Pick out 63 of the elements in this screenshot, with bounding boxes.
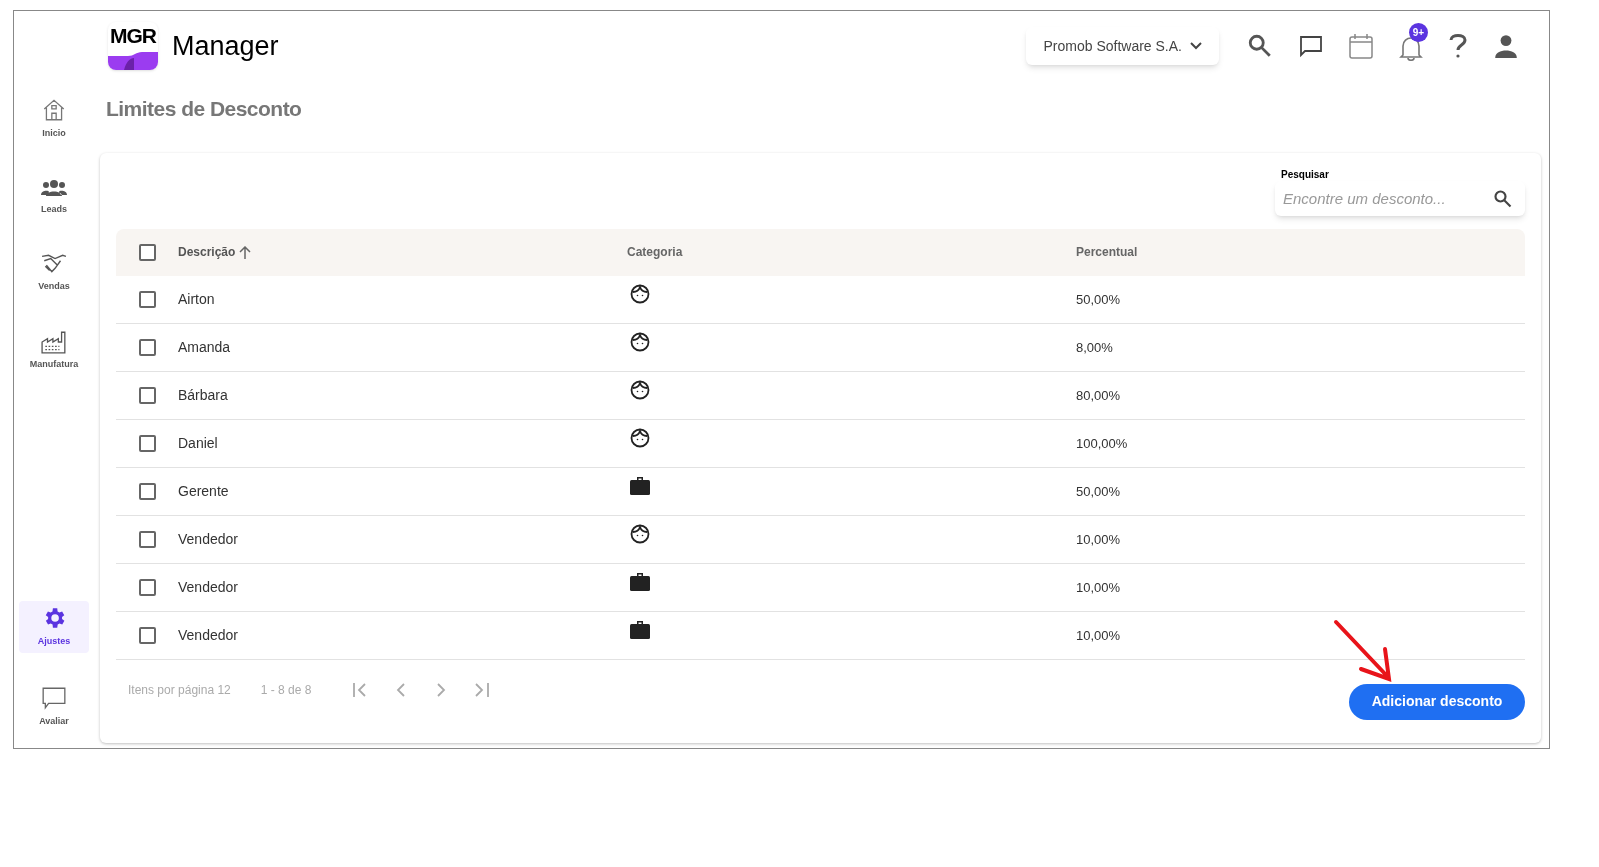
items-per-page: Itens por página 12 bbox=[128, 681, 231, 699]
table-cell: 10,00% bbox=[1076, 580, 1121, 595]
checkbox[interactable] bbox=[138, 338, 156, 356]
search-icon[interactable] bbox=[1247, 33, 1273, 59]
factory-icon bbox=[41, 329, 67, 354]
table-cell: Airton bbox=[178, 291, 215, 307]
house-icon bbox=[41, 97, 67, 123]
briefcase-icon bbox=[630, 571, 650, 591]
chat-icon[interactable] bbox=[1299, 34, 1323, 58]
help-icon[interactable] bbox=[1449, 33, 1467, 59]
sidebar-item[interactable]: Vendas bbox=[19, 248, 89, 298]
checkbox[interactable] bbox=[138, 482, 156, 500]
column-header[interactable]: Descrição bbox=[178, 243, 252, 261]
table-cell: Vendedor bbox=[178, 579, 238, 595]
checkbox[interactable] bbox=[138, 578, 156, 596]
company-dropdown[interactable]: Promob Software S.A. bbox=[1026, 27, 1219, 65]
table-cell: Gerente bbox=[178, 483, 229, 499]
notification-badge: 9+ bbox=[1409, 23, 1428, 42]
face-icon bbox=[630, 283, 650, 304]
sidebar-item[interactable]: Inicio bbox=[19, 93, 89, 145]
briefcase-icon bbox=[630, 619, 650, 639]
page-range: 1 - 8 de 8 bbox=[260, 681, 312, 699]
table-cell: Vendedor bbox=[178, 531, 238, 547]
table-cell: 80,00% bbox=[1076, 388, 1121, 403]
sidebar-item[interactable]: Leads bbox=[19, 172, 89, 220]
face-icon bbox=[630, 379, 650, 400]
table-cell: 8,00% bbox=[1076, 340, 1113, 355]
table-cell: 10,00% bbox=[1076, 532, 1121, 547]
column-header[interactable]: Categoria bbox=[627, 243, 683, 261]
checkbox[interactable] bbox=[138, 290, 156, 308]
table-cell: Bárbara bbox=[178, 387, 228, 403]
face-icon bbox=[630, 427, 650, 448]
sort-arrow-icon bbox=[239, 245, 252, 259]
table-cell: Vendedor bbox=[178, 627, 238, 643]
sidebar-item[interactable]: Avaliar bbox=[19, 680, 89, 732]
calendar-icon[interactable] bbox=[1349, 33, 1373, 59]
search-label: Pesquisar bbox=[1281, 168, 1330, 181]
checkbox[interactable] bbox=[138, 386, 156, 404]
search-field[interactable]: Encontre um desconto... bbox=[1275, 180, 1525, 216]
add-discount-button[interactable]: Adicionar desconto bbox=[1349, 683, 1525, 720]
checkbox[interactable] bbox=[138, 434, 156, 452]
table-cell: 10,00% bbox=[1076, 628, 1121, 643]
sidebar-item[interactable]: Ajustes bbox=[19, 601, 89, 653]
search-icon[interactable] bbox=[1493, 188, 1513, 209]
table-cell: 50,00% bbox=[1076, 292, 1121, 307]
face-icon bbox=[630, 331, 650, 352]
bell-icon[interactable] bbox=[1399, 35, 1423, 61]
table-cell: Daniel bbox=[178, 435, 218, 451]
column-header[interactable]: Percentual bbox=[1076, 243, 1138, 261]
user-icon[interactable] bbox=[1493, 33, 1519, 59]
app-name: Manager bbox=[172, 29, 279, 63]
app-logo: MGR bbox=[108, 22, 158, 70]
checkbox[interactable] bbox=[138, 530, 156, 548]
table-cell: 50,00% bbox=[1076, 484, 1121, 499]
briefcase-icon bbox=[630, 475, 650, 495]
table-cell: Amanda bbox=[178, 339, 231, 355]
checkbox[interactable] bbox=[138, 626, 156, 644]
chevron-down-icon bbox=[1190, 42, 1202, 50]
table-cell: 100,00% bbox=[1076, 436, 1128, 451]
page-title: Limites de Desconto bbox=[106, 96, 303, 122]
sidebar-item[interactable]: Manufatura bbox=[19, 325, 89, 375]
face-icon bbox=[630, 523, 650, 544]
checkbox[interactable] bbox=[138, 243, 156, 261]
